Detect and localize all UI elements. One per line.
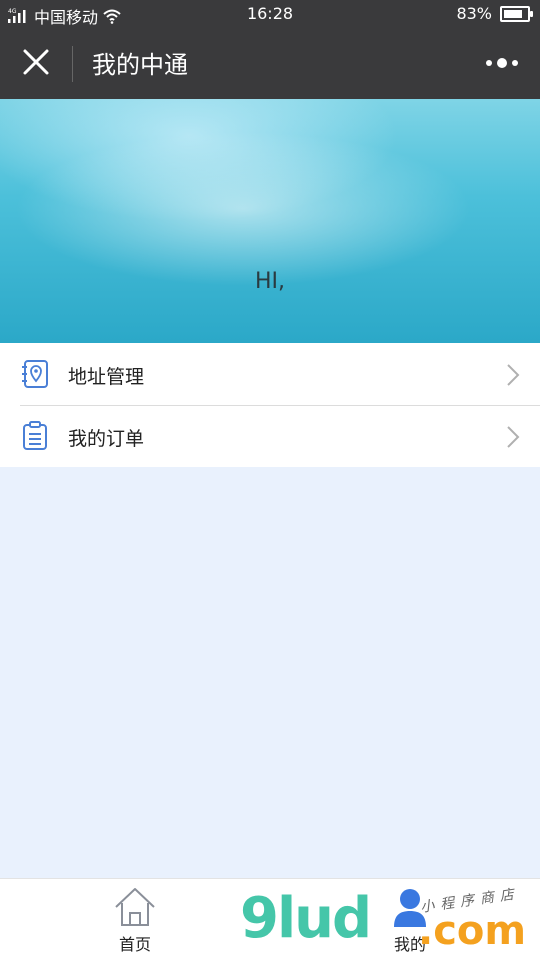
menu-item-address[interactable]: 地址管理 xyxy=(0,343,540,405)
close-icon[interactable] xyxy=(20,46,52,78)
hero-banner: HI, xyxy=(0,99,540,343)
nav-divider xyxy=(72,46,73,82)
home-icon xyxy=(115,888,155,926)
battery-icon xyxy=(500,5,533,22)
tab-label: 首页 xyxy=(118,935,151,954)
battery-fill xyxy=(504,9,522,18)
menu-item-label: 我的订单 xyxy=(68,428,145,450)
menu-list: 地址管理 我的订单 xyxy=(0,343,540,467)
nav-bar: 我的中通 xyxy=(0,28,540,99)
address-book-icon xyxy=(22,360,48,388)
page-title: 我的中通 xyxy=(92,51,188,79)
tab-mine[interactable]: 我的 xyxy=(340,879,480,961)
chevron-right-icon xyxy=(507,364,520,386)
status-bar: 4G 中国移动 16:28 83% xyxy=(0,0,540,28)
chevron-right-icon xyxy=(507,426,520,448)
person-icon xyxy=(394,889,426,927)
status-right: 83% xyxy=(456,4,533,23)
more-options-icon[interactable] xyxy=(482,52,522,74)
hero-greeting: HI, xyxy=(254,269,286,294)
battery-percent: 83% xyxy=(456,4,492,23)
tab-label: 我的 xyxy=(393,935,426,954)
menu-item-label: 地址管理 xyxy=(68,366,145,388)
clipboard-list-icon xyxy=(23,421,47,450)
tab-home[interactable]: 首页 xyxy=(65,879,205,961)
menu-item-orders[interactable]: 我的订单 xyxy=(0,405,540,467)
tab-bar: 首页 我的 xyxy=(0,878,540,961)
